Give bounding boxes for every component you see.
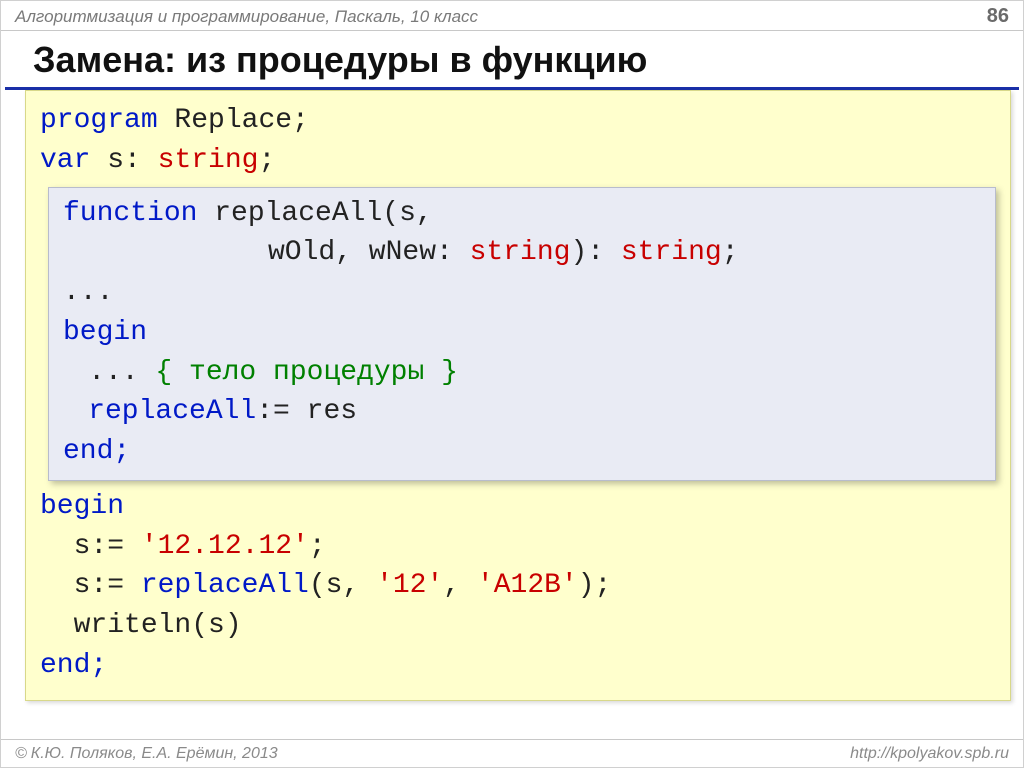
- code-line: end;: [40, 646, 996, 686]
- fn-call: replaceAll: [141, 570, 309, 601]
- comment: { тело процедуры }: [155, 357, 457, 388]
- header-subject: Алгоритмизация и программирование, Паска…: [15, 7, 478, 27]
- code-line: program Replace;: [40, 101, 996, 141]
- code-line: writeln(s): [40, 606, 996, 646]
- header-bar: Алгоритмизация и программирование, Паска…: [1, 1, 1023, 31]
- slide-title: Замена: из процедуры в функцию: [5, 31, 1019, 90]
- footer-bar: © К.Ю. Поляков, Е.А. Ерёмин, 2013 http:/…: [1, 739, 1023, 767]
- footer-copyright: © К.Ю. Поляков, Е.А. Ерёмин, 2013: [15, 745, 278, 763]
- code-line: wOld, wNew: string): string;: [63, 233, 981, 273]
- code-block-main: program Replace; var s: string; function…: [25, 90, 1011, 701]
- kw-end: end;: [63, 436, 130, 467]
- kw-string: string: [158, 145, 259, 176]
- code-line: begin: [40, 487, 996, 527]
- fn-name: replaceAll: [88, 396, 256, 427]
- kw-end: end;: [40, 650, 107, 681]
- kw-begin: begin: [63, 317, 147, 348]
- footer-authors: К.Ю. Поляков, Е.А. Ерёмин, 2013: [31, 745, 278, 763]
- kw-string: string: [470, 237, 571, 268]
- kw-program: program: [40, 105, 158, 136]
- kw-begin: begin: [40, 491, 124, 522]
- slide: Алгоритмизация и программирование, Паска…: [0, 0, 1024, 768]
- kw-string: string: [621, 237, 722, 268]
- code-block-function: function replaceAll(s, wOld, wNew: strin…: [48, 187, 996, 481]
- code-line: begin: [63, 313, 981, 353]
- code-line: s:= replaceAll(s, '12', 'A12B');: [40, 566, 996, 606]
- copyright-icon: ©: [15, 745, 27, 763]
- string-literal: '12.12.12': [141, 531, 309, 562]
- kw-var: var: [40, 145, 90, 176]
- code-line: replaceAll:= res: [63, 392, 981, 432]
- code-line: s:= '12.12.12';: [40, 527, 996, 567]
- code-line: function replaceAll(s,: [63, 194, 981, 234]
- string-literal: '12': [376, 570, 443, 601]
- kw-function: function: [63, 198, 197, 229]
- code-line: end;: [63, 432, 981, 472]
- page-number: 86: [987, 5, 1009, 28]
- code-line: ... { тело процедуры }: [63, 353, 981, 393]
- footer-url: http://kpolyakov.spb.ru: [850, 745, 1009, 763]
- code-line: ...: [63, 273, 981, 313]
- string-literal: 'A12B': [477, 570, 578, 601]
- code-line: var s: string;: [40, 141, 996, 181]
